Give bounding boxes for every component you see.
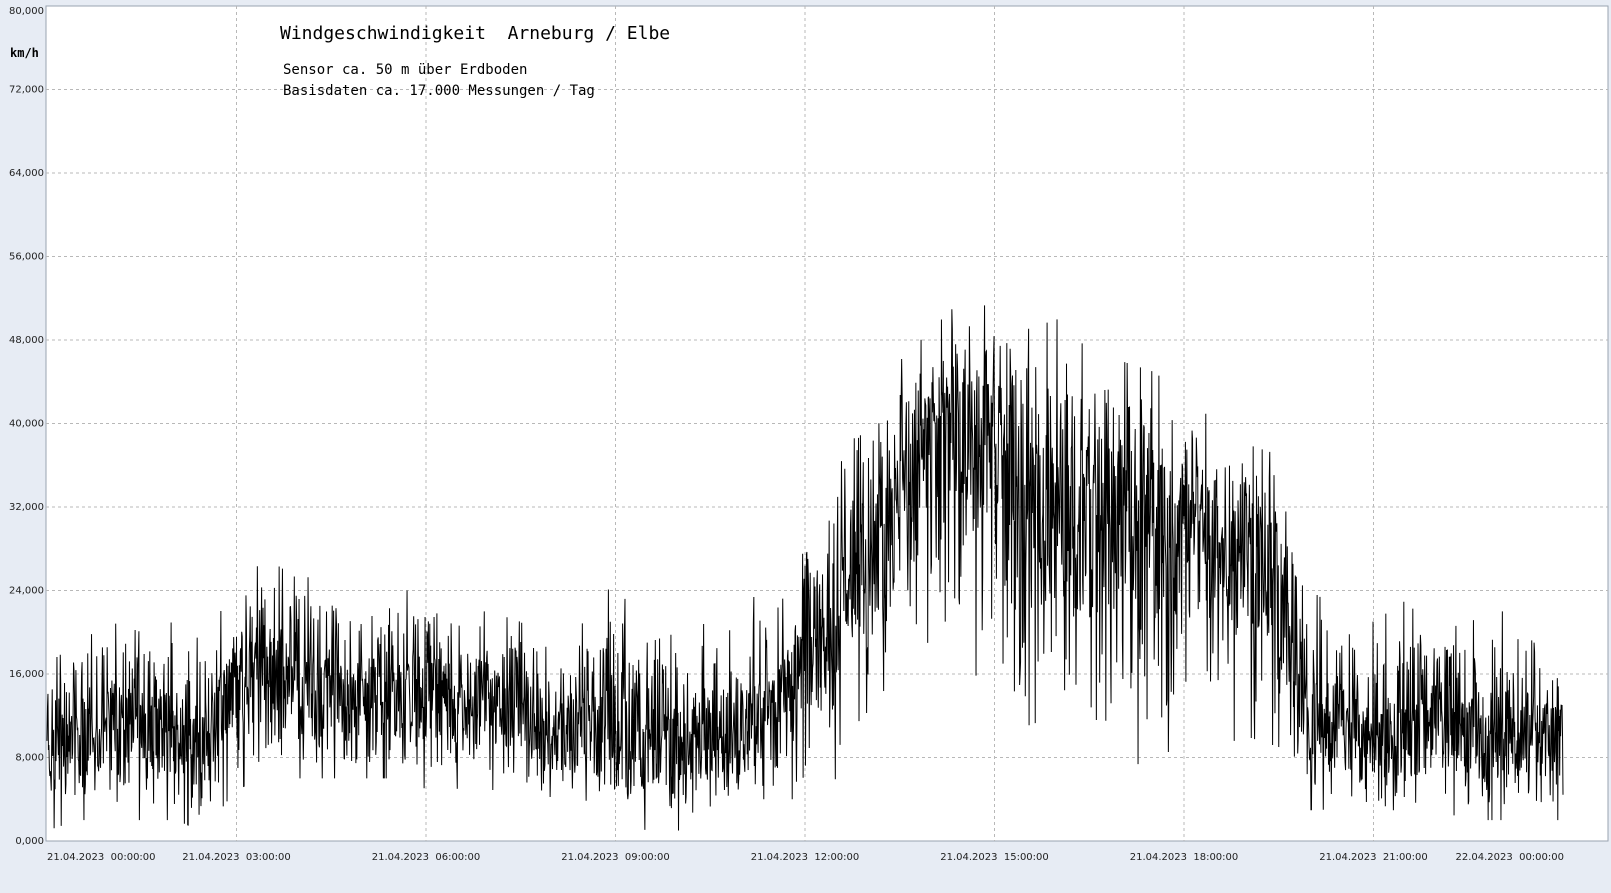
x-tick-label: 21.04.2023 18:00:00 bbox=[1130, 852, 1239, 863]
x-tick-label: 21.04.2023 00:00:00 bbox=[47, 852, 156, 863]
y-tick-label: 48,000 bbox=[9, 335, 44, 346]
y-tick-label: 32,000 bbox=[9, 502, 44, 513]
x-tick-label: 22.04.2023 00:00:00 bbox=[1455, 852, 1564, 863]
x-tick-label: 21.04.2023 12:00:00 bbox=[751, 852, 860, 863]
chart-subtitle-measurements: Basisdaten ca. 17.000 Messungen / Tag bbox=[283, 83, 595, 99]
x-axis-ticks: 21.04.2023 00:00:00 21.04.2023 03:00:00 21… bbox=[47, 852, 1564, 863]
x-tick-label: 21.04.2023 09:00:00 bbox=[561, 852, 670, 863]
x-tick-label: 21.04.2023 21:00:00 bbox=[1319, 852, 1428, 863]
wind-speed-chart: 0,000 8,000 16,000 24,000 32,000 40,000 48,000… bbox=[0, 0, 1611, 893]
chart-svg: 0,000 8,000 16,000 24,000 32,000 40,000 48,000… bbox=[9, 5, 1609, 863]
y-tick-label: 40,000 bbox=[9, 419, 44, 430]
y-tick-label: 8,000 bbox=[15, 753, 44, 764]
y-tick-label: 24,000 bbox=[9, 586, 44, 597]
chart-title: Windgeschwindigkeit Arneburg / Elbe bbox=[280, 23, 670, 44]
chart-subtitle-sensor: Sensor ca. 50 m über Erdboden bbox=[283, 62, 527, 78]
x-tick-label: 21.04.2023 15:00:00 bbox=[940, 852, 1049, 863]
y-axis-ticks: 0,000 8,000 16,000 24,000 32,000 40,000 48,000… bbox=[9, 6, 44, 847]
y-tick-label: 56,000 bbox=[9, 252, 44, 263]
x-tick-label: 21.04.2023 03:00:00 bbox=[182, 852, 291, 863]
x-tick-label: 21.04.2023 06:00:00 bbox=[372, 852, 481, 863]
y-tick-label: 64,000 bbox=[9, 168, 44, 179]
y-tick-label: 0,000 bbox=[15, 836, 44, 847]
y-tick-label: 72,000 bbox=[9, 85, 44, 96]
y-tick-label: 16,000 bbox=[9, 669, 44, 680]
y-axis-unit-label: km/h bbox=[10, 46, 39, 60]
y-tick-label: 80,000 bbox=[9, 6, 44, 17]
